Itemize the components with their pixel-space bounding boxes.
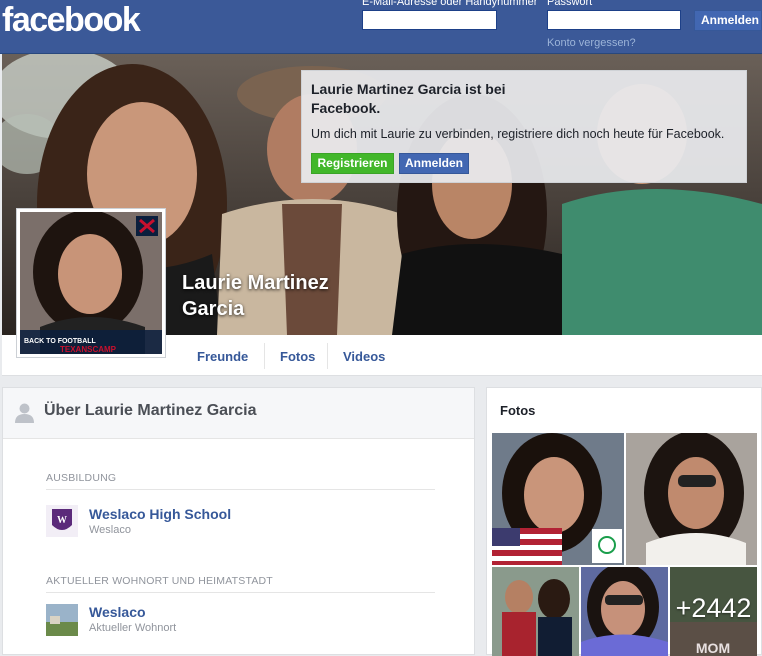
- about-panel: Über Laurie Martinez Garcia AUSBILDUNG W…: [2, 387, 475, 655]
- photo-image: [492, 567, 579, 656]
- photo-thumbnail[interactable]: [492, 567, 579, 656]
- about-header: Über Laurie Martinez Garcia: [3, 388, 474, 439]
- prompt-text: Um dich mit Laurie zu verbinden, registr…: [311, 127, 725, 141]
- city-sub: Aktueller Wohnort: [89, 622, 177, 634]
- person-icon: [15, 403, 34, 423]
- tab-friends[interactable]: Freunde: [197, 335, 248, 375]
- photo-thumbnail-more[interactable]: MOM +2442: [670, 567, 757, 656]
- photo-image: [492, 433, 624, 565]
- school-name-link[interactable]: Weslaco High School: [89, 506, 231, 522]
- register-button[interactable]: Registrieren: [311, 153, 394, 174]
- email-field[interactable]: [362, 10, 497, 30]
- school-logo-icon: W: [46, 505, 78, 537]
- email-label: E-Mail-Adresse oder Handynummer: [362, 0, 538, 8]
- profile-name-overlay[interactable]: Laurie Martinez Garcia: [182, 270, 382, 322]
- profile-image: BACK TO FOOTBALL TEXANSCAMP: [20, 212, 162, 354]
- svg-text:TEXANSCAMP: TEXANSCAMP: [60, 345, 117, 354]
- more-photos-count: +2442: [675, 593, 752, 623]
- svg-text:W: W: [57, 515, 67, 526]
- photo-thumbnail[interactable]: [492, 433, 624, 565]
- forgot-account-link[interactable]: Konto vergessen?: [547, 37, 636, 49]
- password-label: Passwort: [547, 0, 593, 8]
- tab-divider: [327, 343, 328, 369]
- facebook-logo[interactable]: facebook: [2, 1, 141, 40]
- city-name-link[interactable]: Weslaco: [89, 604, 146, 620]
- city-thumbnail-icon: [46, 604, 78, 636]
- photo-image: [581, 567, 668, 656]
- profile-name-line2: Garcia: [182, 298, 245, 320]
- tab-photos[interactable]: Fotos: [280, 335, 315, 375]
- tab-divider: [264, 343, 265, 369]
- svg-text:MOM: MOM: [696, 640, 730, 656]
- photos-panel: Fotos MOM +2442: [486, 387, 762, 656]
- photos-title[interactable]: Fotos: [500, 403, 535, 418]
- signup-prompt: Laurie Martinez Garcia ist bei Facebook.…: [301, 70, 747, 183]
- prompt-title: Laurie Martinez Garcia ist bei Facebook.: [311, 81, 506, 116]
- residence-label: AKTUELLER WOHNORT UND HEIMATSTADT: [46, 575, 273, 587]
- photo-thumbnail[interactable]: [581, 567, 668, 656]
- about-title: Über Laurie Martinez Garcia: [44, 402, 257, 419]
- photo-image: [626, 433, 757, 565]
- section-divider: [46, 592, 435, 593]
- section-divider: [46, 489, 435, 490]
- svg-text:BACK TO FOOTBALL: BACK TO FOOTBALL: [24, 338, 97, 345]
- profile-picture[interactable]: BACK TO FOOTBALL TEXANSCAMP: [16, 208, 166, 358]
- profile-name-line1: Laurie Martinez: [182, 272, 329, 294]
- login-button[interactable]: Anmelden: [694, 10, 762, 31]
- password-field[interactable]: [547, 10, 681, 30]
- photo-thumbnail[interactable]: [626, 433, 757, 565]
- tab-videos[interactable]: Videos: [343, 335, 385, 375]
- education-label: AUSBILDUNG: [46, 472, 117, 484]
- top-bar: facebook E-Mail-Adresse oder Handynummer…: [0, 0, 762, 54]
- school-location: Weslaco: [89, 524, 131, 536]
- prompt-login-button[interactable]: Anmelden: [399, 153, 469, 174]
